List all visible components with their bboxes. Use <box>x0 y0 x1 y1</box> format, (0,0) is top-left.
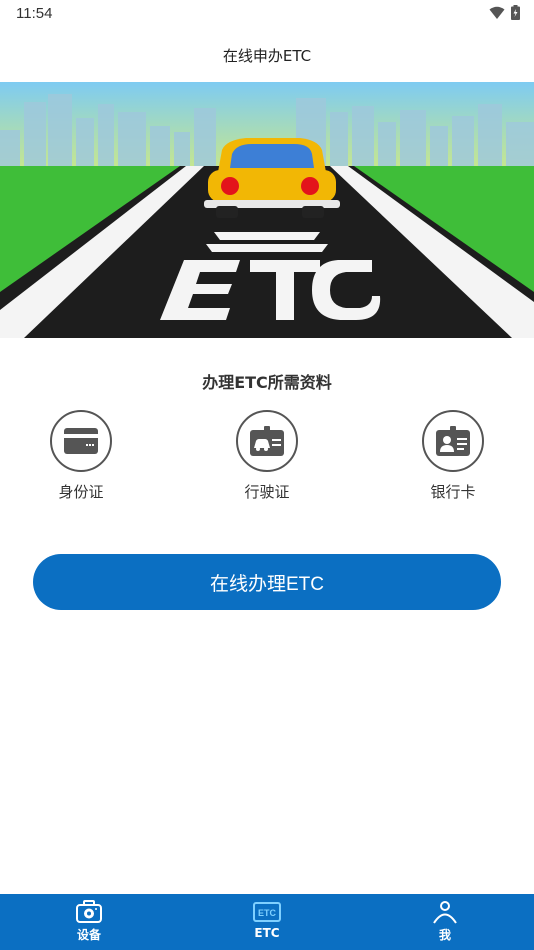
materials-title: 办理ETC所需资料 <box>202 373 332 392</box>
page-title: 在线申办ETC <box>222 47 312 65</box>
app-screen: 11:54 在线申办ETC 办理ETC所需资料 身份证 行驶证 银行卡 在线办理… <box>0 0 534 950</box>
material-label: 行驶证 <box>244 483 290 501</box>
wifi-icon <box>489 6 505 19</box>
bottom-nav: 设备 ETC ETC 我 <box>0 894 534 950</box>
svg-text:ETC: ETC <box>258 908 277 918</box>
apply-etc-button[interactable]: 在线办理ETC <box>33 554 501 610</box>
etc-banner <box>0 82 534 338</box>
nav-item-etc[interactable]: ETC ETC <box>178 894 356 950</box>
bank-card-icon <box>422 410 484 472</box>
id-card-icon <box>50 410 112 472</box>
nav-label: 我 <box>438 928 451 942</box>
driving-license-icon <box>236 410 298 472</box>
material-id-card: 身份证 <box>31 410 131 502</box>
camera-icon <box>76 900 102 923</box>
etc-icon: ETC <box>253 902 281 922</box>
battery-icon <box>511 5 520 20</box>
nav-item-device[interactable]: 设备 <box>0 894 178 950</box>
header: 在线申办ETC <box>0 28 534 82</box>
material-label: 银行卡 <box>430 483 476 501</box>
nav-label: ETC <box>254 926 280 940</box>
material-driving-license: 行驶证 <box>217 410 317 502</box>
status-icons <box>489 5 520 20</box>
material-label: 身份证 <box>58 483 104 501</box>
nav-item-me[interactable]: 我 <box>356 894 534 950</box>
car-illustration <box>204 138 340 218</box>
etc-road-illustration <box>0 82 534 338</box>
person-icon <box>433 901 457 924</box>
status-bar: 11:54 <box>0 0 534 28</box>
nav-label: 设备 <box>76 928 101 942</box>
status-time: 11:54 <box>16 5 53 22</box>
material-bank-card: 银行卡 <box>403 410 503 502</box>
